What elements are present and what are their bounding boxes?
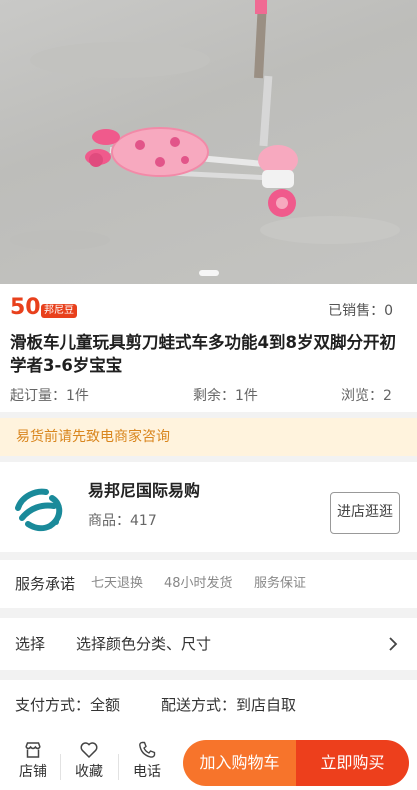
shop-logo (15, 488, 63, 532)
product-image[interactable] (0, 0, 417, 284)
heart-icon (80, 742, 98, 759)
carousel-indicator[interactable] (199, 270, 219, 276)
payment-method: 支付方式：全额 (15, 696, 121, 714)
enter-shop-button[interactable]: 进店逛逛 (330, 492, 400, 534)
select-label: 选择 (15, 635, 46, 653)
phone-icon (139, 741, 156, 758)
shop-goods-count: 商品：417 (88, 513, 157, 529)
shop-nav-button[interactable]: 店铺 (11, 740, 55, 781)
divider (60, 754, 61, 780)
service-tag: 七天退换 (91, 576, 144, 591)
scooter-photo (10, 0, 400, 250)
shop-name[interactable]: 易邦尼国际易购 (88, 480, 200, 502)
service-label: 服务承诺 (15, 575, 76, 593)
select-value[interactable]: 选择颜色分类、尺寸 (76, 634, 211, 654)
divider (118, 754, 119, 780)
service-tag: 48小时发货 (164, 576, 233, 591)
phone-label: 电话 (133, 764, 161, 780)
sold-count: 已销售：0 (328, 303, 393, 319)
product-title: 滑板车儿童玩具剪刀蛙式车多功能4到8岁双脚分开初学者3-6岁宝宝 (10, 333, 396, 375)
notice-banner: 易货前请先致电商家咨询 (0, 418, 417, 456)
favorite-label: 收藏 (75, 764, 103, 780)
product-price: 50 (10, 295, 41, 320)
chevron-right-icon[interactable] (385, 636, 401, 652)
currency-badge: 邦尼豆 (41, 304, 77, 318)
add-to-cart-button[interactable]: 加入购物车 (183, 740, 296, 786)
notice-text: 易货前请先致电商家咨询 (16, 429, 170, 445)
store-icon (25, 742, 41, 758)
phone-button[interactable]: 电话 (125, 740, 169, 781)
min-order: 起订量：1件 (10, 388, 89, 404)
favorite-button[interactable]: 收藏 (67, 740, 111, 781)
view-count: 浏览：2 (341, 388, 392, 404)
remaining-stock: 剩余：1件 (193, 388, 258, 404)
delivery-method: 配送方式：到店自取 (161, 696, 297, 714)
buy-now-button[interactable]: 立即购买 (296, 740, 409, 786)
service-tag: 服务保证 (254, 576, 307, 591)
shop-nav-label: 店铺 (19, 764, 47, 780)
